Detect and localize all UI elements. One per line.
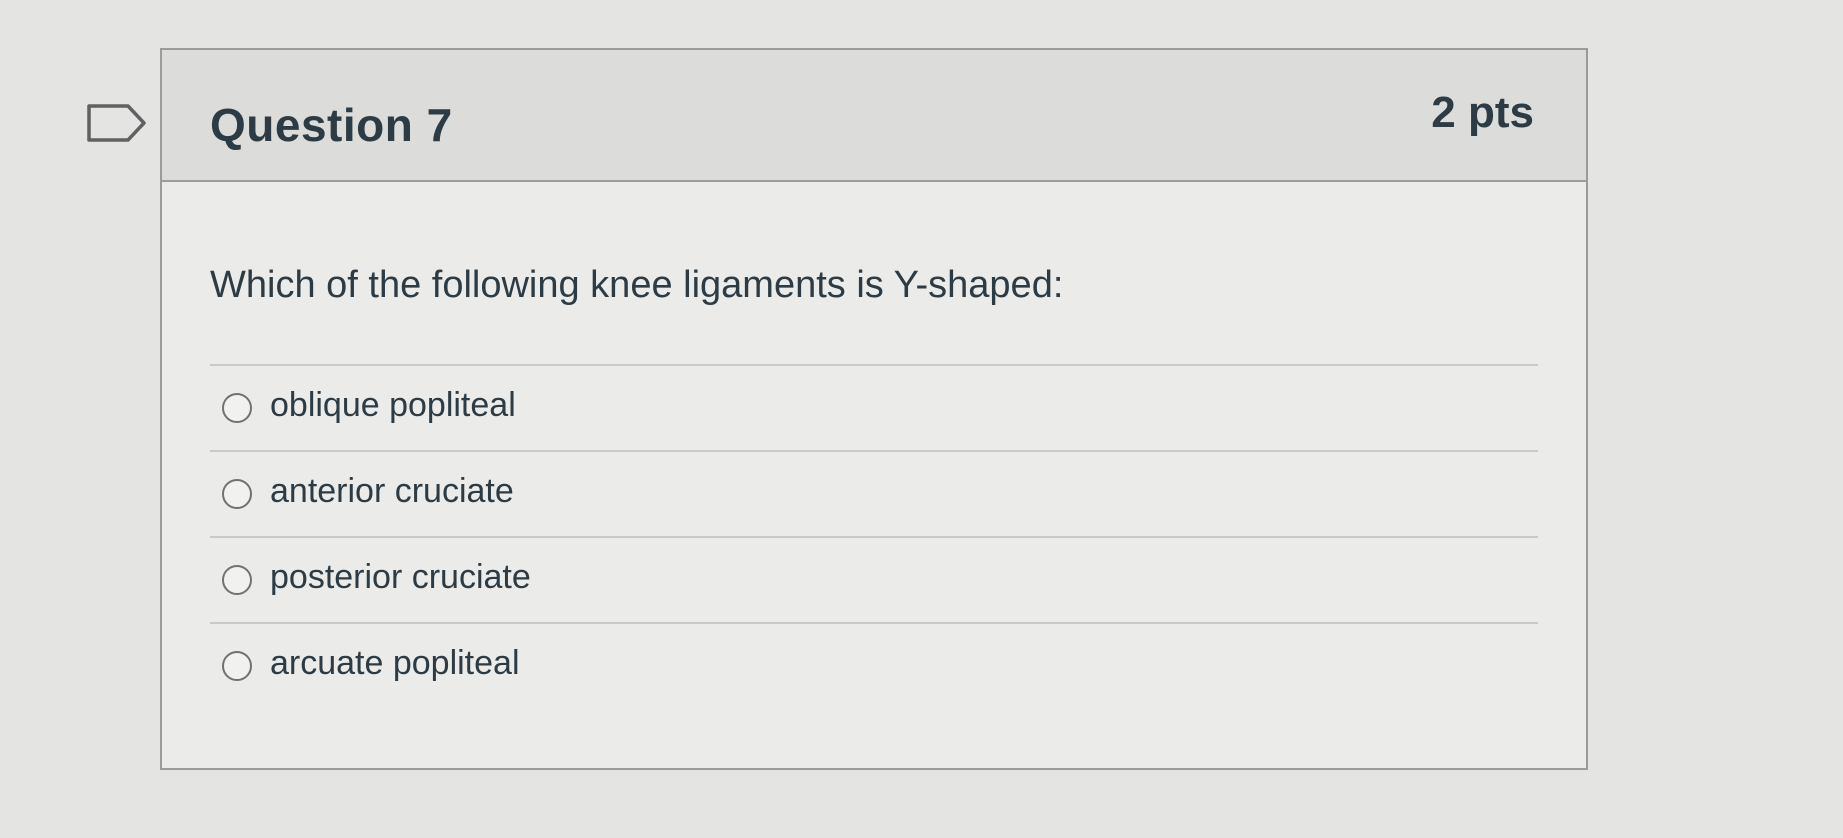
- radio-button[interactable]: [222, 393, 252, 423]
- answer-label[interactable]: arcuate popliteal: [270, 644, 520, 683]
- question-card: Question 7 2 pts Which of the following …: [160, 48, 1588, 770]
- answer-label[interactable]: anterior cruciate: [270, 472, 514, 511]
- radio-button[interactable]: [222, 651, 252, 681]
- flag-question-icon[interactable]: [86, 103, 150, 143]
- question-text: Which of the following knee ligaments is…: [210, 264, 1064, 306]
- answer-option[interactable]: posterior cruciate: [210, 536, 1538, 622]
- answer-option[interactable]: oblique popliteal: [210, 364, 1538, 450]
- answer-option[interactable]: anterior cruciate: [210, 450, 1538, 536]
- answer-option[interactable]: arcuate popliteal: [210, 622, 1538, 708]
- question-header: Question 7 2 pts: [162, 50, 1586, 182]
- answer-label[interactable]: posterior cruciate: [270, 558, 531, 597]
- question-points: 2 pts: [1431, 88, 1534, 137]
- answer-list: oblique popliteal anterior cruciate post…: [210, 364, 1538, 708]
- question-title: Question 7: [210, 99, 453, 151]
- radio-button[interactable]: [222, 479, 252, 509]
- radio-button[interactable]: [222, 565, 252, 595]
- answer-label[interactable]: oblique popliteal: [270, 386, 516, 425]
